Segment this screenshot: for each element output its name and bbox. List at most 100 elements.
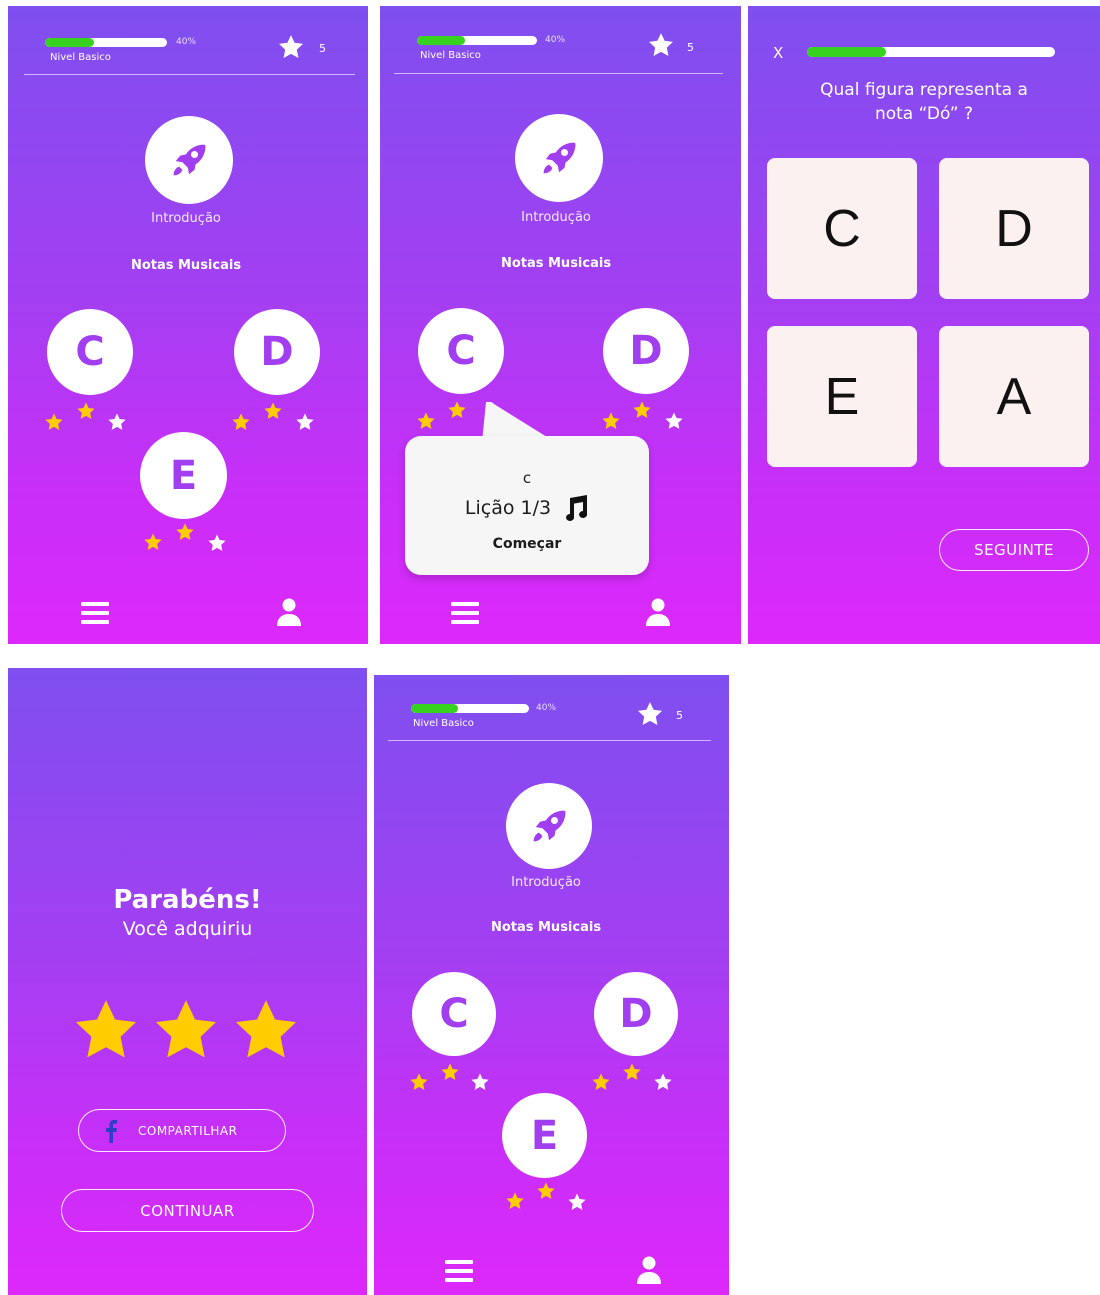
popup-lesson-progress: Lição 1/3 [464, 497, 552, 519]
star-earned-icon [175, 522, 195, 542]
facebook-icon [106, 1119, 118, 1143]
user-profile-icon[interactable] [637, 1256, 661, 1284]
star-earned-icon [622, 1062, 642, 1082]
star-count: 5 [319, 42, 326, 55]
star-empty-icon [653, 1072, 673, 1092]
star-earned-icon [591, 1072, 611, 1092]
header-divider [394, 73, 723, 74]
level-progress-bar [417, 36, 537, 45]
header-divider [24, 74, 355, 75]
level-progress-bar [411, 704, 529, 713]
lesson-d-letter: D [619, 991, 653, 1037]
lesson-e-letter: E [530, 1112, 559, 1159]
progress-percent: 40% [536, 703, 557, 713]
progress-percent: 40% [545, 35, 566, 45]
lesson-e-button[interactable]: E [502, 1093, 587, 1178]
lesson-d-button[interactable]: D [603, 308, 689, 394]
home-screen-updated: 40% Nivel Basico 5 Introdução Notas Musi… [374, 675, 729, 1295]
header-divider [388, 740, 711, 741]
lesson-e-button[interactable]: E [140, 432, 227, 519]
star-earned-icon [263, 401, 283, 421]
section-title: Notas Musicais [500, 256, 612, 271]
question-line-2: nota “Dó” ? [874, 104, 974, 124]
rocket-icon [527, 804, 571, 848]
intro-label: Introdução [521, 210, 591, 225]
hamburger-menu-icon[interactable] [445, 1259, 473, 1283]
rocket-icon [167, 138, 211, 182]
lesson-e-letter: E [169, 452, 198, 499]
star-icon [636, 700, 664, 728]
reward-star-icon [71, 995, 141, 1065]
intro-label: Introdução [151, 211, 221, 226]
lesson-c-letter: C [439, 991, 469, 1037]
hamburger-menu-icon[interactable] [451, 601, 479, 625]
star-empty-icon [295, 412, 315, 432]
lesson-d-letter: D [260, 329, 294, 375]
music-note-icon [566, 495, 588, 521]
star-earned-icon [231, 412, 251, 432]
star-empty-icon [470, 1072, 490, 1092]
section-title: Notas Musicais [130, 258, 242, 273]
star-icon [277, 33, 305, 61]
intro-button[interactable] [515, 114, 603, 202]
next-button[interactable]: SEGUINTE [939, 529, 1089, 571]
star-empty-icon [567, 1192, 587, 1212]
share-button-label: COMPARTILHAR [138, 1123, 238, 1138]
lesson-c-letter: C [75, 329, 105, 375]
level-label: Nivel Basico [420, 50, 481, 61]
answer-option-d[interactable]: D [939, 158, 1089, 299]
lesson-d-button[interactable]: D [594, 972, 678, 1056]
lesson-c-button[interactable]: C [418, 308, 504, 394]
question-line-1: Qual figura representa a [820, 80, 1028, 100]
answer-option-a[interactable]: A [939, 326, 1089, 467]
home-popup-screen: 40% Nivel Basico 5 Introdução Notas Musi… [380, 6, 741, 644]
star-empty-icon [664, 411, 684, 431]
star-earned-icon [536, 1181, 556, 1201]
star-empty-icon [207, 533, 227, 553]
star-earned-icon [440, 1062, 460, 1082]
star-earned-icon [505, 1191, 525, 1211]
quiz-progress-bar [807, 47, 1055, 57]
popup-lesson-letter: c [522, 469, 532, 487]
congrats-subtitle: Você adquiriu [122, 918, 253, 940]
home-screen: 40% Nivel Basico 5 Introdução Notas Musi… [8, 6, 368, 644]
start-lesson-button[interactable]: Começar [405, 536, 649, 552]
intro-label: Introdução [511, 875, 581, 890]
star-earned-icon [447, 400, 467, 420]
rocket-icon [537, 136, 581, 180]
hamburger-menu-icon[interactable] [81, 601, 109, 625]
intro-button[interactable] [506, 783, 592, 869]
level-label: Nivel Basico [413, 718, 474, 729]
lesson-d-letter: D [629, 328, 663, 374]
level-progress-bar [45, 38, 167, 47]
star-earned-icon [409, 1072, 429, 1092]
lesson-c-button[interactable]: C [47, 309, 133, 395]
close-quiz-button[interactable]: X [773, 44, 783, 62]
progress-percent: 40% [176, 37, 197, 47]
quiz-screen: X Qual figura representa a nota “Dó” ? C… [748, 6, 1100, 644]
star-earned-icon [44, 412, 64, 432]
share-button[interactable]: COMPARTILHAR [78, 1109, 286, 1152]
level-progress-fill [417, 36, 465, 45]
lesson-popup: c Lição 1/3 Começar [405, 436, 649, 575]
congrats-screen: Parabéns! Você adquiriu COMPARTILHAR CON… [8, 668, 367, 1295]
congrats-title: Parabéns! [113, 885, 262, 915]
section-title: Notas Musicais [490, 920, 602, 935]
user-profile-icon[interactable] [277, 598, 301, 626]
intro-button[interactable] [145, 116, 233, 204]
continue-button[interactable]: CONTINUAR [61, 1189, 314, 1232]
star-earned-icon [143, 532, 163, 552]
quiz-progress-fill [807, 47, 887, 57]
answer-option-c[interactable]: C [767, 158, 917, 299]
lesson-c-button[interactable]: C [412, 972, 496, 1056]
star-icon [647, 31, 675, 59]
answer-option-e[interactable]: E [767, 326, 917, 467]
lesson-d-button[interactable]: D [234, 309, 320, 395]
user-profile-icon[interactable] [646, 598, 670, 626]
star-earned-icon [632, 400, 652, 420]
star-earned-icon [601, 411, 621, 431]
reward-star-icon [151, 995, 221, 1065]
reward-star-icon [231, 995, 301, 1065]
popup-lesson-row: Lição 1/3 [405, 494, 649, 522]
level-label: Nivel Basico [50, 52, 111, 63]
